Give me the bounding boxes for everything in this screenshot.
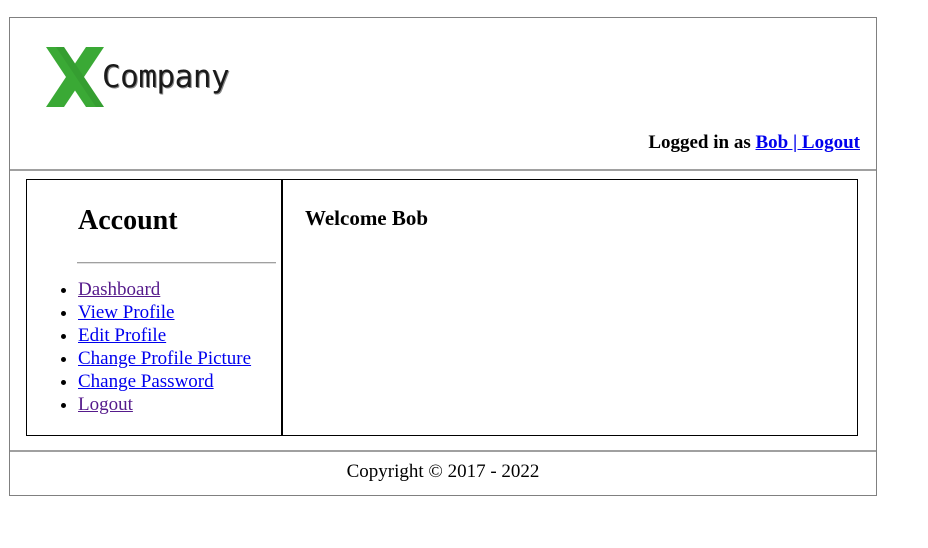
login-prefix: Logged in as xyxy=(648,132,751,153)
edit-profile-link[interactable]: Edit Profile xyxy=(78,325,166,346)
x-logo-icon xyxy=(46,47,104,107)
welcome-heading: Welcome Bob xyxy=(305,206,429,230)
sidebar-title: Account xyxy=(78,205,178,236)
content-area: Account Dashboard View Profile Edit Prof… xyxy=(10,171,876,450)
account-menu: Dashboard View Profile Edit Profile Chan… xyxy=(38,278,251,416)
site-footer: Copyright © 2017 - 2022 xyxy=(10,450,876,497)
menu-item-dashboard: Dashboard xyxy=(78,278,251,301)
site-header: Company Logged in as Bob | Logout xyxy=(10,18,876,171)
change-profile-picture-link[interactable]: Change Profile Picture xyxy=(78,348,251,369)
menu-item-view-profile: View Profile xyxy=(78,301,251,324)
view-profile-link[interactable]: View Profile xyxy=(78,302,174,323)
dashboard-link[interactable]: Dashboard xyxy=(78,279,160,300)
change-password-link[interactable]: Change Password xyxy=(78,371,214,392)
page-frame: Company Logged in as Bob | Logout Accoun… xyxy=(9,17,877,496)
copyright-text: Copyright © 2017 - 2022 xyxy=(346,461,540,482)
login-status: Logged in as Bob | Logout xyxy=(648,132,860,154)
user-logout-link[interactable]: Bob | Logout xyxy=(756,132,861,153)
company-logo[interactable]: Company xyxy=(44,45,244,109)
logo-text: Company xyxy=(102,59,230,95)
menu-item-edit-profile: Edit Profile xyxy=(78,324,251,347)
menu-item-logout: Logout xyxy=(78,393,251,416)
account-sidebar: Account Dashboard View Profile Edit Prof… xyxy=(27,180,283,435)
content-table: Account Dashboard View Profile Edit Prof… xyxy=(26,179,858,436)
main-pane: Welcome Bob xyxy=(283,180,857,435)
menu-item-change-password: Change Password xyxy=(78,370,251,393)
menu-item-change-picture: Change Profile Picture xyxy=(78,347,251,370)
logout-link[interactable]: Logout xyxy=(78,394,133,415)
sidebar-divider xyxy=(77,262,276,264)
